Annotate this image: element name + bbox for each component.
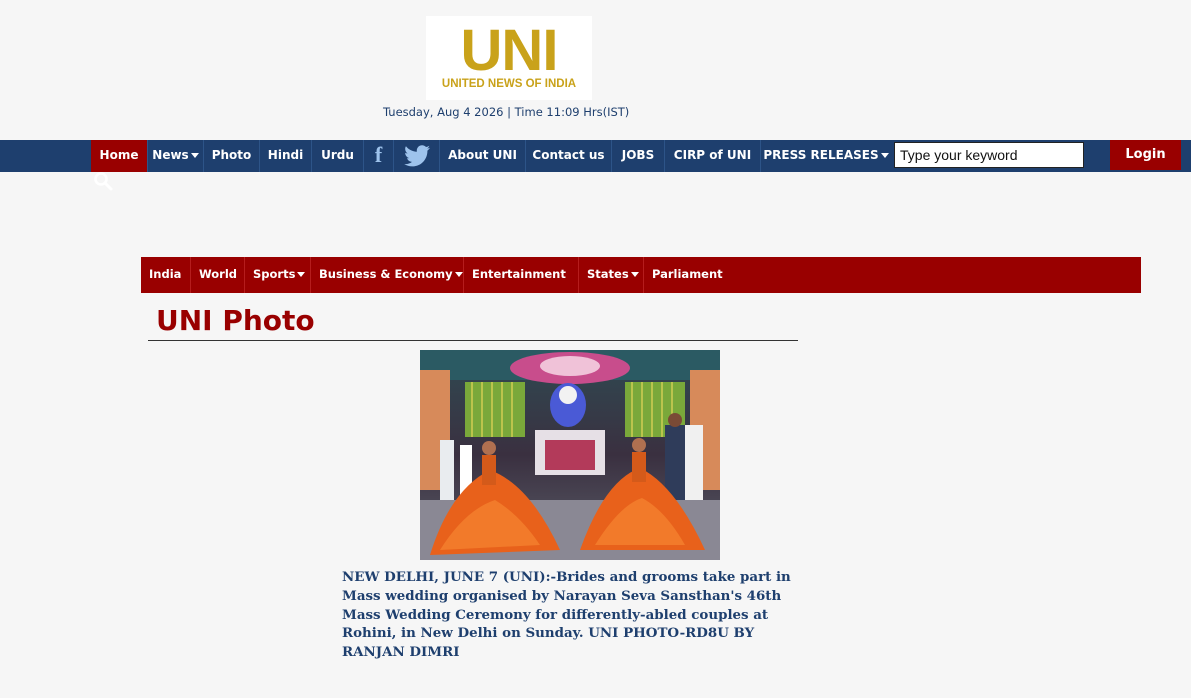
- cat-states[interactable]: States: [579, 257, 644, 293]
- nav-news-label: News: [152, 148, 189, 162]
- date-time: Tuesday, Aug 4 2026 | Time 11:09 Hrs(IST…: [383, 105, 630, 119]
- twitter-icon: [403, 145, 430, 167]
- cat-india-label: India: [149, 267, 182, 281]
- nav-press-releases[interactable]: PRESS RELEASES: [761, 140, 891, 172]
- twitter-link[interactable]: [394, 140, 440, 172]
- nav-jobs[interactable]: JOBS: [612, 140, 665, 172]
- cat-parliament[interactable]: Parliament: [644, 257, 734, 293]
- nav-home-label: Home: [99, 148, 139, 162]
- nav-cirp-label: CIRP of UNI: [673, 148, 752, 162]
- nav-contact[interactable]: Contact us: [526, 140, 612, 172]
- chevron-down-icon: [454, 272, 463, 277]
- cat-business[interactable]: Business & Economy: [311, 257, 464, 293]
- cat-business-label: Business & Economy: [319, 267, 453, 281]
- nav-press-label: PRESS RELEASES: [763, 148, 879, 162]
- nav-urdu[interactable]: Urdu: [312, 140, 364, 172]
- login-button[interactable]: Login: [1110, 140, 1181, 170]
- photo-caption: NEW DELHI, JUNE 7 (UNI):-Brides and groo…: [342, 569, 791, 661]
- cat-entertainment[interactable]: Entertainment: [464, 257, 579, 293]
- nav-contact-label: Contact us: [532, 148, 605, 162]
- page-title: UNI Photo: [156, 304, 315, 337]
- cat-sports[interactable]: Sports: [245, 257, 311, 293]
- chevron-down-icon: [630, 272, 639, 277]
- chevron-down-icon: [190, 153, 199, 158]
- nav-home[interactable]: Home: [91, 140, 148, 172]
- nav-news[interactable]: News: [148, 140, 204, 172]
- news-photo[interactable]: [420, 350, 720, 560]
- nav-cirp[interactable]: CIRP of UNI: [665, 140, 761, 172]
- cat-states-label: States: [587, 267, 629, 281]
- search-icon[interactable]: [93, 171, 113, 191]
- nav-hindi[interactable]: Hindi: [260, 140, 312, 172]
- chevron-down-icon: [297, 272, 306, 277]
- nav-jobs-label: JOBS: [621, 148, 655, 162]
- chevron-down-icon: [880, 153, 889, 158]
- search-input[interactable]: [894, 142, 1084, 168]
- nav-photo[interactable]: Photo: [204, 140, 260, 172]
- cat-india[interactable]: India: [141, 257, 191, 293]
- title-divider: [148, 340, 798, 341]
- facebook-icon: f: [374, 142, 383, 167]
- cat-world[interactable]: World: [191, 257, 245, 293]
- facebook-link[interactable]: f: [364, 140, 394, 172]
- nav-hindi-label: Hindi: [267, 148, 304, 162]
- logo-wordmark: UNI: [460, 18, 559, 83]
- nav-about-label: About UNI: [448, 148, 517, 162]
- logo-tagline: UNITED NEWS OF INDIA: [441, 78, 577, 90]
- cat-entertainment-label: Entertainment: [472, 267, 566, 281]
- nav-urdu-label: Urdu: [321, 148, 354, 162]
- uni-logo[interactable]: UNI UNITED NEWS OF INDIA: [426, 16, 592, 100]
- nav-about[interactable]: About UNI: [440, 140, 526, 172]
- cat-sports-label: Sports: [253, 267, 296, 281]
- nav-photo-label: Photo: [211, 148, 252, 162]
- category-nav: India World Sports Business & Economy En…: [141, 257, 1141, 293]
- cat-world-label: World: [199, 267, 238, 281]
- cat-parliament-label: Parliament: [652, 267, 723, 281]
